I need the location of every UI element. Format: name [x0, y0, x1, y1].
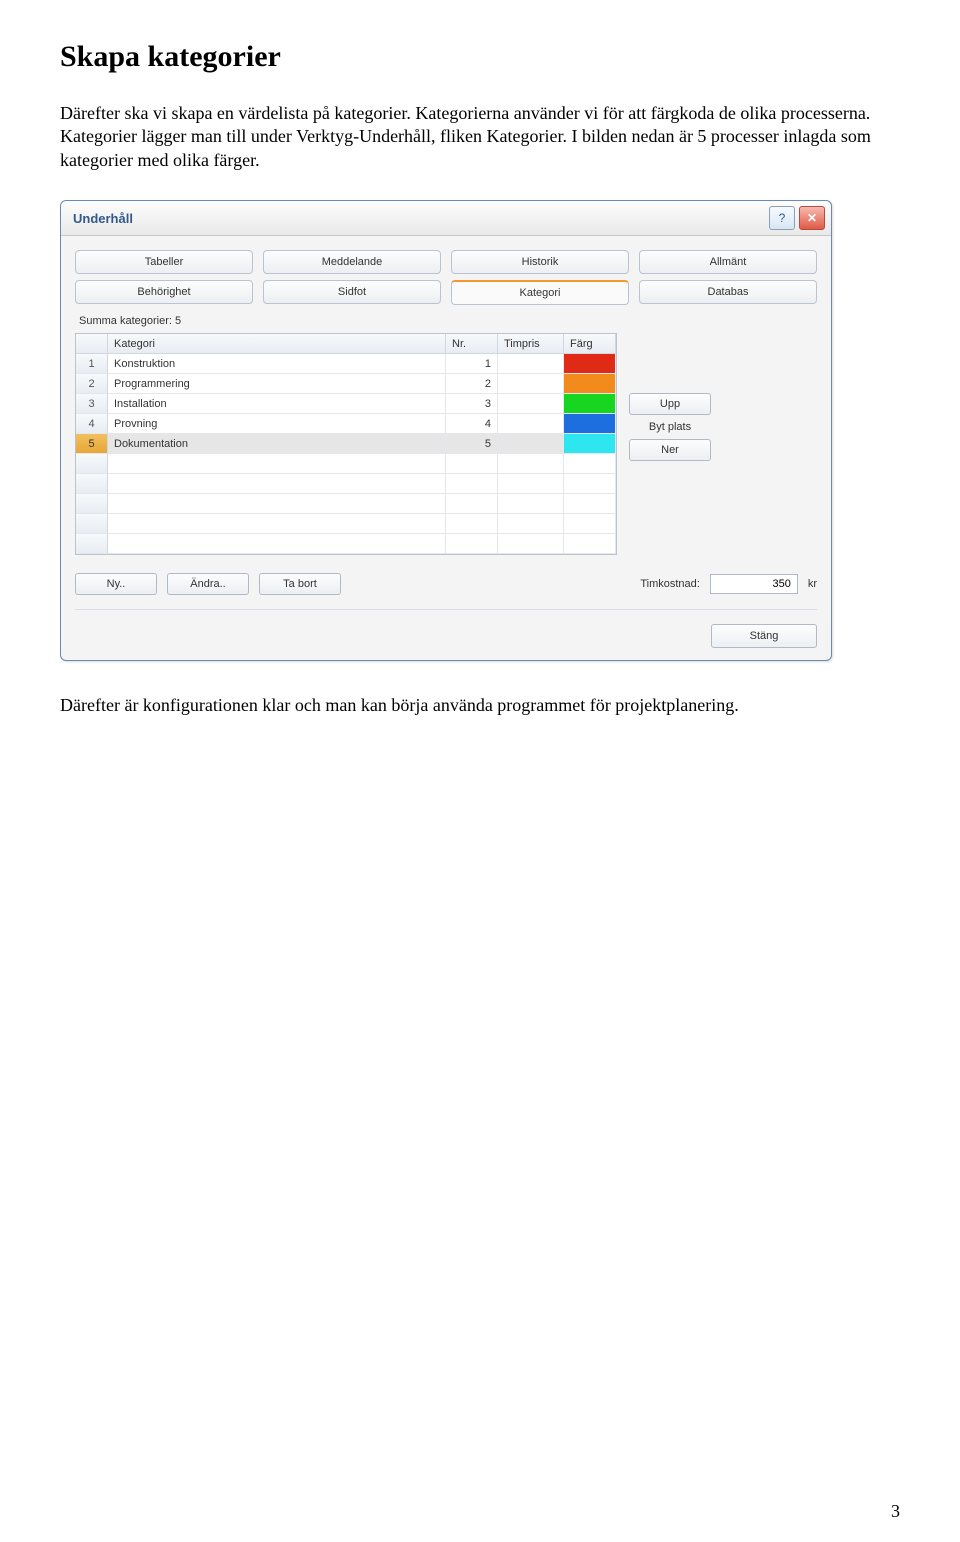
header-blank [76, 334, 108, 354]
help-button[interactable]: ? [769, 206, 795, 230]
tab-databas[interactable]: Databas [639, 280, 817, 304]
outro-paragraph: Därefter är konfigurationen klar och man… [60, 695, 900, 716]
window-controls: ? ✕ [769, 206, 825, 230]
cell-farg [564, 414, 616, 434]
tab-allmänt[interactable]: Allmänt [639, 250, 817, 274]
timkostnad-label: Timkostnad: [640, 578, 700, 590]
table-header-row: KategoriNr.TimprisFärg [76, 334, 616, 354]
timkostnad-input[interactable] [710, 574, 798, 594]
row-number: 3 [76, 394, 108, 414]
bottom-toolbar: Ny.. Ändra.. Ta bort Timkostnad: kr [75, 573, 817, 595]
tab-kategori[interactable]: Kategori [451, 280, 629, 305]
table-row[interactable]: 1Konstruktion1 [76, 354, 616, 374]
cell-farg [564, 394, 616, 414]
cell-nr: 3 [446, 394, 498, 414]
color-swatch [564, 414, 615, 433]
cell-nr: 2 [446, 374, 498, 394]
header-kategori: Kategori [108, 334, 446, 354]
page-heading: Skapa kategorier [60, 40, 900, 74]
intro-paragraph: Därefter ska vi skapa en värdelista på k… [60, 102, 900, 172]
kr-label: kr [808, 578, 817, 590]
table-row-empty [76, 494, 616, 514]
tab-meddelande[interactable]: Meddelande [263, 250, 441, 274]
reorder-buttons: Upp Byt plats Ner [629, 393, 711, 555]
cell-timpris [498, 394, 564, 414]
tab-sidfot[interactable]: Sidfot [263, 280, 441, 304]
color-swatch [564, 354, 615, 373]
color-swatch [564, 434, 615, 453]
table-row-empty [76, 474, 616, 494]
underhall-window: Underhåll ? ✕ Tabeller Meddelande Historik… [60, 200, 832, 661]
andra-button[interactable]: Ändra.. [167, 573, 249, 595]
row-number: 5 [76, 434, 108, 454]
color-swatch [564, 374, 615, 393]
row-number: 2 [76, 374, 108, 394]
table-row-empty [76, 534, 616, 554]
tabort-button[interactable]: Ta bort [259, 573, 341, 595]
cell-timpris [498, 374, 564, 394]
tab-tabeller[interactable]: Tabeller [75, 250, 253, 274]
cell-kategori: Provning [108, 414, 446, 434]
cell-kategori: Programmering [108, 374, 446, 394]
table-row[interactable]: 5Dokumentation5 [76, 434, 616, 454]
stang-button[interactable]: Stäng [711, 624, 817, 648]
cell-timpris [498, 354, 564, 374]
header-timpris: Timpris [498, 334, 564, 354]
tab-behörighet[interactable]: Behörighet [75, 280, 253, 304]
close-button[interactable]: ✕ [799, 206, 825, 230]
row-number: 1 [76, 354, 108, 374]
table-row-empty [76, 514, 616, 534]
cell-farg [564, 374, 616, 394]
cell-kategori: Installation [108, 394, 446, 414]
ner-button[interactable]: Ner [629, 439, 711, 461]
table-row[interactable]: 4Provning4 [76, 414, 616, 434]
cell-farg [564, 434, 616, 454]
header-nr: Nr. [446, 334, 498, 354]
cell-timpris [498, 414, 564, 434]
ny-button[interactable]: Ny.. [75, 573, 157, 595]
tab-strip: Tabeller Meddelande Historik Allmänt Behörig… [75, 250, 817, 305]
table-row-empty [76, 454, 616, 474]
cell-timpris [498, 434, 564, 454]
color-swatch [564, 394, 615, 413]
table-row[interactable]: 2Programmering2 [76, 374, 616, 394]
table-row[interactable]: 3Installation3 [76, 394, 616, 414]
kategorier-table: KategoriNr.TimprisFärg1Konstruktion12Pro… [75, 333, 617, 555]
header-farg: Färg [564, 334, 616, 354]
titlebar: Underhåll ? ✕ [61, 201, 831, 236]
cell-kategori: Dokumentation [108, 434, 446, 454]
cell-nr: 4 [446, 414, 498, 434]
cell-nr: 1 [446, 354, 498, 374]
summa-label: Summa kategorier: 5 [79, 315, 817, 327]
tab-historik[interactable]: Historik [451, 250, 629, 274]
upp-button[interactable]: Upp [629, 393, 711, 415]
cell-kategori: Konstruktion [108, 354, 446, 374]
window-footer: Stäng [75, 609, 817, 648]
row-number: 4 [76, 414, 108, 434]
window-title: Underhåll [73, 211, 133, 226]
page-number: 3 [891, 1501, 900, 1522]
cell-nr: 5 [446, 434, 498, 454]
bytplats-button[interactable]: Byt plats [629, 419, 711, 435]
cell-farg [564, 354, 616, 374]
